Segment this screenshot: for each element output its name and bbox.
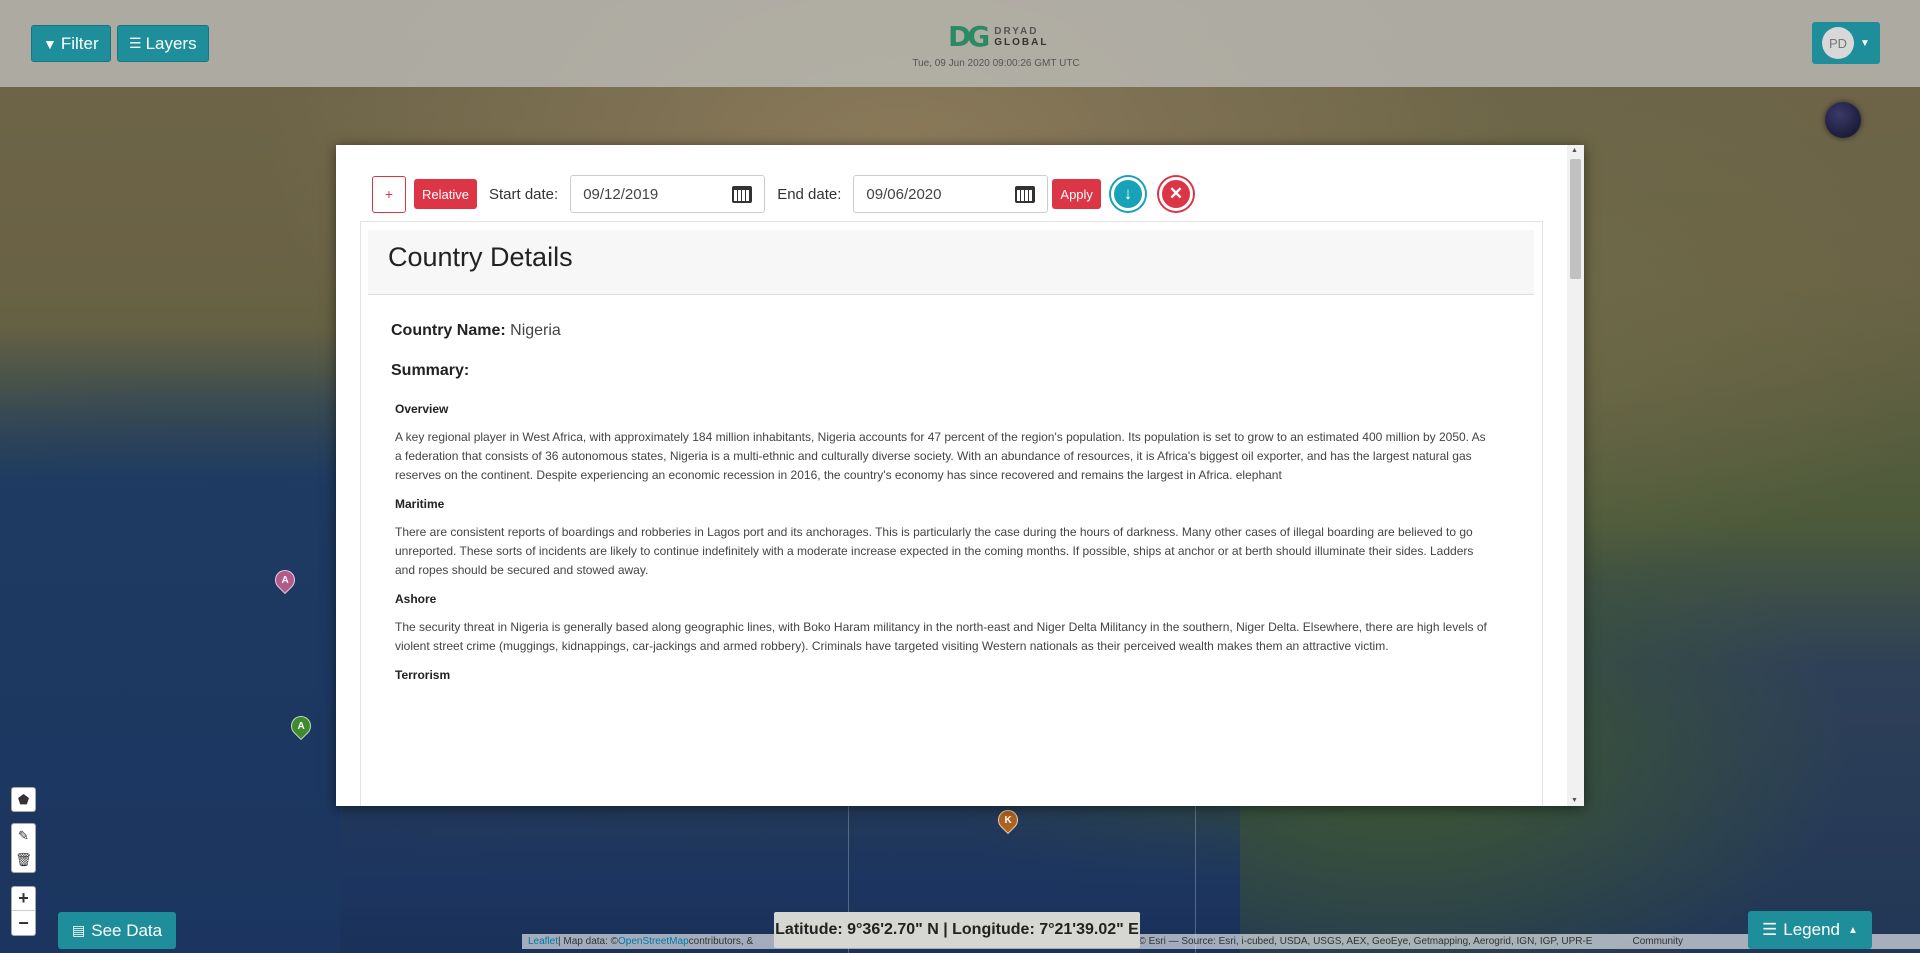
zoom-out-button[interactable]: −: [12, 911, 35, 935]
close-icon[interactable]: ✕: [1158, 177, 1193, 211]
scroll-up-icon[interactable]: ▲: [1571, 147, 1578, 154]
download-icon[interactable]: ↓: [1110, 177, 1145, 211]
country-name: Country Name: Nigeria: [391, 322, 561, 339]
legend-button[interactable]: ☰ Legend ▲: [1748, 911, 1872, 949]
card-header: Country Details: [368, 230, 1534, 295]
cursor-coordinates: Latitude: 9°36'2.70" N | Longitude: 7°21…: [774, 912, 1140, 948]
card-body: Country Name: Nigeria Summary: Overview …: [391, 322, 1501, 694]
edit-icon[interactable]: ✎: [18, 824, 29, 848]
user-menu-button[interactable]: PD ▼: [1812, 22, 1880, 64]
start-date-input[interactable]: 09/12/2019: [570, 175, 766, 213]
calendar-icon[interactable]: [1015, 185, 1036, 203]
calendar-icon[interactable]: [732, 185, 753, 203]
layers-button[interactable]: ☰ Layers: [117, 25, 209, 62]
scrollbar-thumb[interactable]: [1570, 159, 1581, 279]
edit-tools: ✎ 🗑: [11, 823, 36, 873]
section-body: The security threat in Nigeria is genera…: [395, 620, 1487, 653]
see-data-button[interactable]: ▤ See Data: [58, 912, 177, 949]
polygon-icon: ⬟: [17, 791, 30, 807]
file-icon: ▤: [72, 922, 86, 938]
top-bar: ▼ Filter ☰ Layers DG DRYAD GLOBAL Tue, 0…: [0, 0, 1920, 87]
trash-icon[interactable]: 🗑: [15, 848, 32, 872]
tile-seam: [1195, 805, 1196, 953]
section-heading: Maritime: [395, 497, 445, 511]
zoom-in-button[interactable]: +: [12, 887, 35, 911]
modal-scrollbar[interactable]: ▲ ▼: [1567, 145, 1584, 806]
current-datetime: Tue, 09 Jun 2020 09:00:26 GMT UTC: [912, 58, 1080, 69]
osm-link[interactable]: OpenStreetMap: [618, 936, 689, 947]
card-title: Country Details: [388, 242, 573, 272]
layers-icon: ☰: [129, 35, 142, 51]
map-attribution: Leaflet | Map data: © OpenStreetMap cont…: [522, 934, 1920, 949]
country-details-card: Country Details Country Name: Nigeria Su…: [360, 221, 1543, 806]
section-heading: Terrorism: [395, 668, 451, 682]
start-date-label: Start date:: [488, 185, 559, 203]
section-body: A key regional player in West Africa, wi…: [395, 430, 1486, 482]
ocean-area: [0, 330, 340, 953]
zoom-control: + −: [11, 886, 36, 936]
list-icon: ☰: [1762, 920, 1778, 939]
leaflet-link[interactable]: Leaflet: [528, 936, 558, 947]
filter-icon: ▼: [43, 35, 57, 52]
relative-button[interactable]: Relative: [414, 179, 477, 209]
caret-down-icon: ▼: [1860, 37, 1870, 49]
end-date-input[interactable]: 09/06/2020: [853, 175, 1049, 213]
day-night-indicator: [1825, 102, 1861, 138]
section-heading: Overview: [395, 402, 449, 416]
caret-up-icon: ▲: [1847, 924, 1858, 936]
section-heading: Ashore: [395, 592, 437, 606]
logo: DG DRYAD GLOBAL: [948, 20, 1049, 53]
avatar: PD: [1822, 27, 1854, 59]
draw-polygon-button[interactable]: ⬟: [11, 787, 36, 812]
date-filter-toolbar: + Relative Start date: 09/12/2019 End da…: [372, 175, 1193, 213]
country-details-modal: + Relative Start date: 09/12/2019 End da…: [336, 145, 1584, 806]
scroll-down-icon[interactable]: ▼: [1571, 797, 1578, 804]
add-button[interactable]: +: [372, 175, 406, 213]
summary-label: Summary:: [391, 362, 470, 379]
section-body: There are consistent reports of boarding…: [395, 525, 1474, 577]
apply-button[interactable]: Apply: [1052, 179, 1101, 209]
filter-button[interactable]: ▼ Filter: [31, 25, 111, 62]
end-date-label: End date:: [777, 185, 842, 203]
